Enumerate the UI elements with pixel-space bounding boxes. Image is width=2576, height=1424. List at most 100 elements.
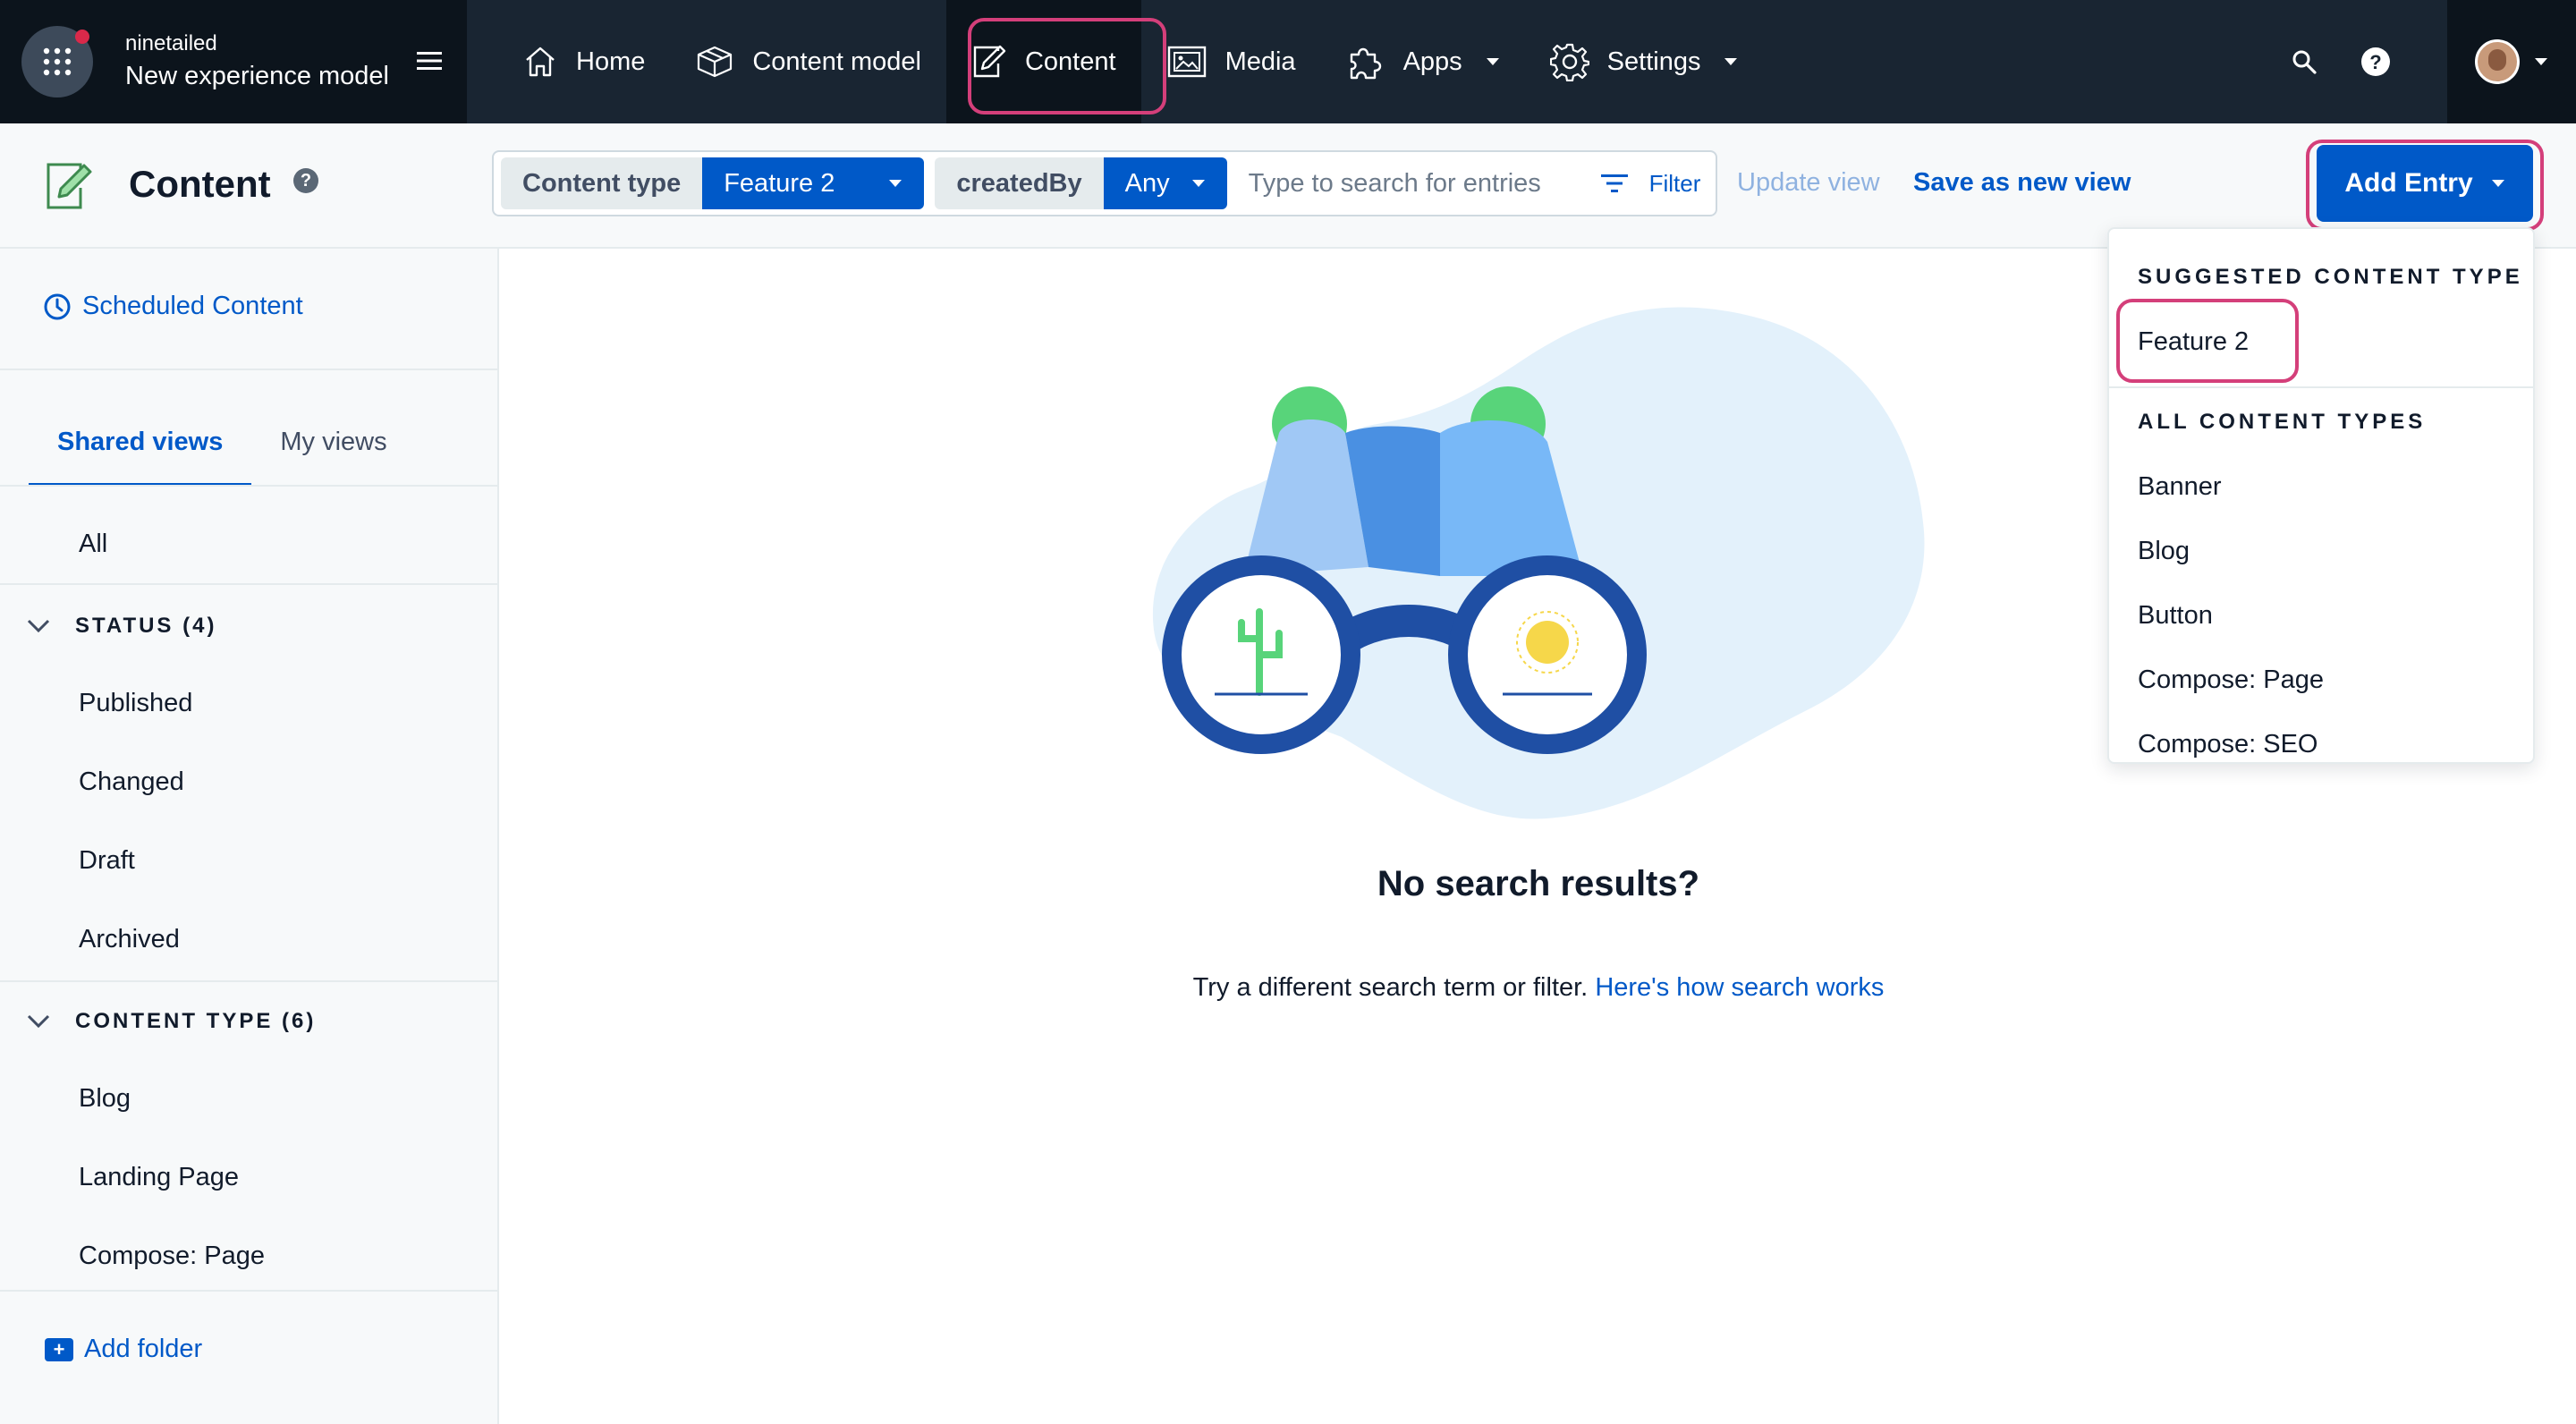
view-archived[interactable]: Archived <box>79 925 180 954</box>
content-type-filter-value-text: Feature 2 <box>724 168 835 198</box>
nav-settings[interactable]: Settings <box>1525 0 1764 123</box>
content-type-filter-value[interactable]: Feature 2 <box>702 157 925 209</box>
divider <box>0 1290 497 1292</box>
suggested-content-type-heading: SUGGESTED CONTENT TYPE <box>2138 265 2523 289</box>
folder-plus-icon: + <box>45 1337 73 1361</box>
divider <box>2109 386 2533 388</box>
views-sidebar: Scheduled Content Shared views My views … <box>0 249 499 1424</box>
update-view-button[interactable]: Update view <box>1737 168 1880 198</box>
created-by-filter[interactable]: createdBy Any <box>935 157 1227 209</box>
nav-media-label: Media <box>1224 47 1296 76</box>
caret-down-icon <box>1724 58 1738 65</box>
page-title: Content <box>129 163 271 205</box>
divider <box>0 980 497 982</box>
created-by-filter-label: createdBy <box>935 157 1104 209</box>
view-all[interactable]: All <box>79 530 107 559</box>
view-published[interactable]: Published <box>79 689 192 718</box>
avatar <box>2475 39 2520 84</box>
nav-home-label: Home <box>576 47 646 76</box>
chevron-down-icon <box>27 619 50 633</box>
all-content-types-heading: ALL CONTENT TYPES <box>2138 410 2427 434</box>
dropdown-item-compose-seo[interactable]: Compose: SEO <box>2138 730 2318 759</box>
notification-badge <box>75 30 89 44</box>
menu-icon[interactable] <box>417 50 442 72</box>
edit-document-icon <box>973 45 1006 78</box>
help-button[interactable]: ? <box>2340 0 2411 123</box>
view-changed[interactable]: Changed <box>79 767 184 797</box>
help-icon[interactable]: ? <box>293 168 318 193</box>
search-button[interactable] <box>2268 0 2340 123</box>
caret-down-icon <box>1191 180 1205 187</box>
view-landing-page[interactable]: Landing Page <box>79 1163 239 1192</box>
dropdown-item-blog[interactable]: Blog <box>2138 537 2190 566</box>
scheduled-content-label: Scheduled Content <box>82 292 303 320</box>
nav-media[interactable]: Media <box>1141 0 1321 123</box>
views-tabs: Shared views My views <box>29 415 416 487</box>
nav-apps[interactable]: Apps <box>1321 0 1525 123</box>
caret-down-icon <box>2491 180 2504 187</box>
scheduled-content-link[interactable]: Scheduled Content <box>43 292 303 321</box>
dropdown-item-button[interactable]: Button <box>2138 601 2213 631</box>
help-icon: ? <box>2361 47 2390 76</box>
caret-down-icon <box>2535 58 2547 65</box>
dropdown-item-feature-2[interactable]: Feature 2 <box>2138 327 2249 357</box>
content-type-section-label: CONTENT TYPE (6) <box>75 1009 317 1033</box>
status-section-label: STATUS (4) <box>75 614 217 638</box>
filter-button[interactable]: Filter <box>1600 170 1700 198</box>
space-switcher[interactable]: ninetailed New experience model <box>0 0 467 123</box>
add-entry-button[interactable]: Add Entry <box>2317 145 2533 222</box>
view-compose-page[interactable]: Compose: Page <box>79 1242 265 1271</box>
view-draft[interactable]: Draft <box>79 846 135 876</box>
top-navigation: ninetailed New experience model Home Con… <box>0 0 2576 123</box>
add-entry-label: Add Entry <box>2344 168 2473 198</box>
add-entry-dropdown: SUGGESTED CONTENT TYPE Feature 2 ALL CON… <box>2107 227 2535 764</box>
svg-text:?: ? <box>2369 51 2381 73</box>
created-by-filter-value-text: Any <box>1124 168 1170 198</box>
empty-state-title: No search results? <box>1377 864 1700 903</box>
nav-content-label: Content <box>1024 47 1116 76</box>
account-menu[interactable] <box>2447 0 2576 123</box>
clock-icon <box>44 293 71 319</box>
dropdown-item-compose-page[interactable]: Compose: Page <box>2138 665 2324 695</box>
save-as-new-view-button[interactable]: Save as new view <box>1913 168 2131 198</box>
content-type-filter[interactable]: Content type Feature 2 <box>501 157 925 209</box>
nav-apps-label: Apps <box>1402 47 1462 76</box>
image-icon <box>1167 46 1206 78</box>
app-launcher-button[interactable] <box>21 26 93 97</box>
main-nav: Home Content model Content Media Apps Se… <box>467 0 2576 123</box>
puzzle-icon <box>1350 47 1381 80</box>
content-type-filter-label: Content type <box>501 157 703 209</box>
environment-name: New experience model <box>125 62 389 90</box>
gear-icon <box>1549 43 1589 81</box>
chevron-down-icon <box>27 1014 50 1029</box>
add-folder-button[interactable]: + Add folder <box>45 1335 202 1364</box>
nav-home[interactable]: Home <box>497 0 670 123</box>
organization-name: ninetailed <box>125 31 217 55</box>
status-section-toggle[interactable]: STATUS (4) <box>27 614 216 639</box>
cube-icon <box>698 46 733 78</box>
nav-content[interactable]: Content <box>945 0 1141 123</box>
filter-icon <box>1600 174 1628 192</box>
divider <box>0 369 497 370</box>
empty-state-description: Try a different search term or filter. <box>1192 973 1589 1002</box>
tab-shared-views[interactable]: Shared views <box>29 415 252 487</box>
nav-utilities: ? <box>2268 0 2576 123</box>
entry-search-bar: Content type Feature 2 createdBy Any Fil… <box>492 150 1717 216</box>
empty-state-text: Try a different search term or filter. H… <box>501 973 2576 1003</box>
divider <box>0 485 497 487</box>
view-blog[interactable]: Blog <box>79 1084 131 1114</box>
dropdown-item-banner[interactable]: Banner <box>2138 472 2222 502</box>
content-type-section-toggle[interactable]: CONTENT TYPE (6) <box>27 1009 316 1034</box>
tab-my-views[interactable]: My views <box>251 415 415 487</box>
search-help-link[interactable]: Here's how search works <box>1595 973 1884 1002</box>
content-page-icon <box>47 163 92 209</box>
created-by-filter-value[interactable]: Any <box>1103 157 1227 209</box>
caret-down-icon <box>1486 58 1499 65</box>
nav-content-model[interactable]: Content model <box>670 0 946 123</box>
space-info: ninetailed New experience model <box>125 30 389 94</box>
nav-settings-label: Settings <box>1606 47 1701 76</box>
home-icon <box>526 47 555 77</box>
search-input[interactable] <box>1248 168 1580 199</box>
grid-dots-icon <box>43 47 72 76</box>
binoculars-illustration <box>1152 307 1925 819</box>
